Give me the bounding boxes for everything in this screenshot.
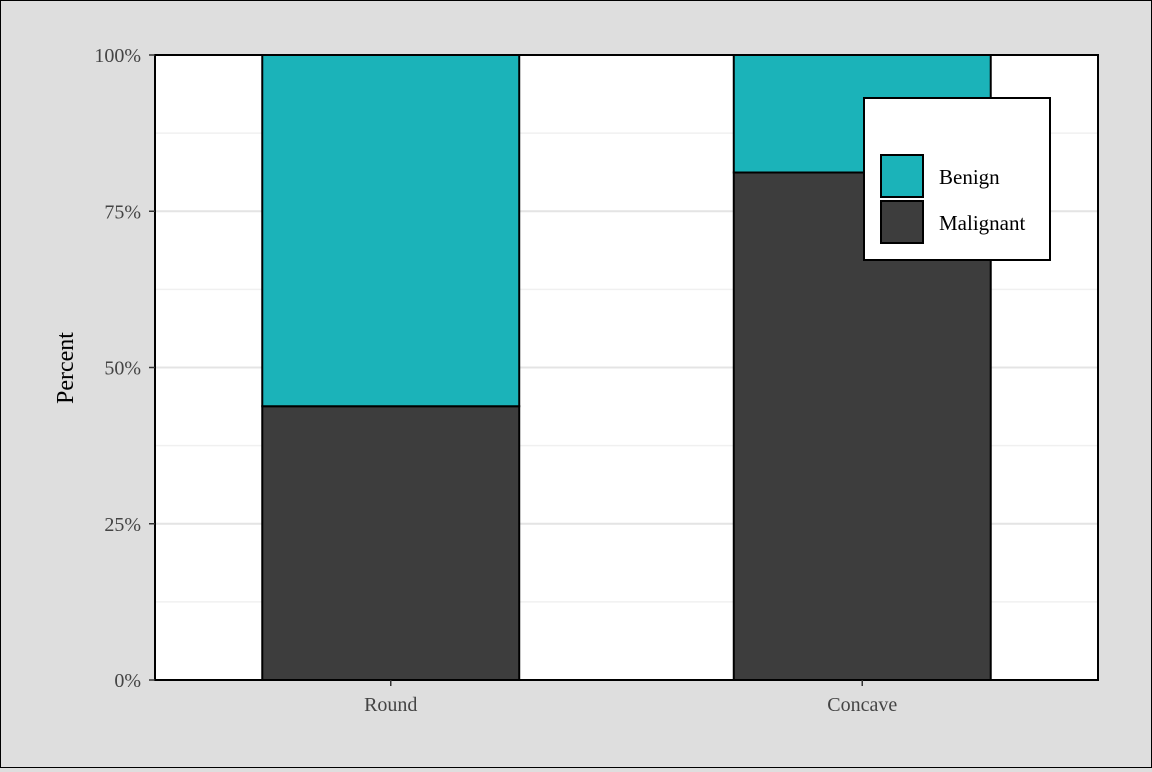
stacked-bar-chart: 0% 25% 50% 75% 100% Round Concave Percent Ben… bbox=[53, 45, 1099, 716]
legend-swatch-benign bbox=[880, 154, 924, 198]
x-axis-ticks: Round Concave bbox=[364, 680, 897, 716]
legend-swatch-malignant bbox=[880, 200, 924, 244]
y-tick-label: 75% bbox=[104, 201, 141, 223]
y-axis-label: Percent bbox=[53, 332, 79, 404]
legend-label-benign: Benign bbox=[939, 165, 1000, 189]
x-tick-label: Concave bbox=[827, 694, 897, 716]
y-tick-label: 100% bbox=[94, 45, 141, 67]
y-tick-label: 50% bbox=[104, 358, 141, 380]
y-tick-label: 25% bbox=[104, 514, 141, 536]
y-axis-ticks: 0% 25% 50% 75% 100% bbox=[94, 45, 155, 692]
legend: Benign Malignant bbox=[863, 97, 1051, 261]
x-tick-label: Round bbox=[364, 694, 417, 716]
y-tick-label: 0% bbox=[114, 670, 141, 692]
bar-round-malignant bbox=[261, 405, 521, 681]
legend-label-malignant: Malignant bbox=[939, 211, 1025, 235]
bar-round-benign bbox=[261, 54, 521, 408]
chart-frame: 0% 25% 50% 75% 100% Round Concave Percent Ben… bbox=[0, 0, 1152, 768]
